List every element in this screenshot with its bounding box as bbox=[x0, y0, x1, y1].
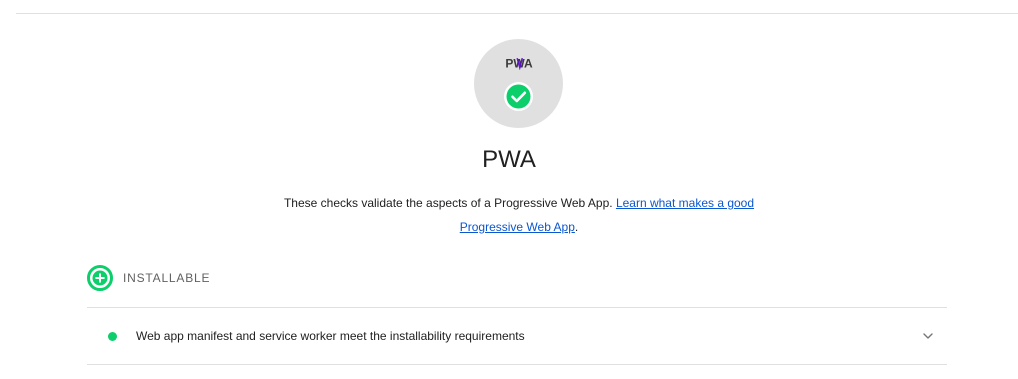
plus-circle-icon bbox=[87, 265, 113, 291]
top-divider bbox=[16, 13, 1018, 14]
description-end: . bbox=[574, 220, 579, 234]
description-text: These checks validate the aspects of a P… bbox=[283, 196, 616, 210]
group-header-installable: INSTALLABLE bbox=[87, 264, 210, 292]
check-circle-icon bbox=[504, 82, 533, 111]
audit-divider bbox=[87, 364, 947, 365]
pass-indicator-icon bbox=[108, 331, 117, 341]
audit-row[interactable]: Web app manifest and service worker meet… bbox=[87, 308, 947, 364]
group-title: INSTALLABLE bbox=[123, 271, 211, 285]
pwa-logo-icon: PWA bbox=[474, 56, 563, 70]
category-title: PWA bbox=[482, 146, 536, 173]
category-description: These checks validate the aspects of a P… bbox=[259, 191, 779, 239]
audit-title: Web app manifest and service worker meet… bbox=[136, 329, 525, 343]
chevron-down-icon[interactable] bbox=[921, 329, 935, 343]
pwa-badge: PWA bbox=[474, 39, 563, 128]
